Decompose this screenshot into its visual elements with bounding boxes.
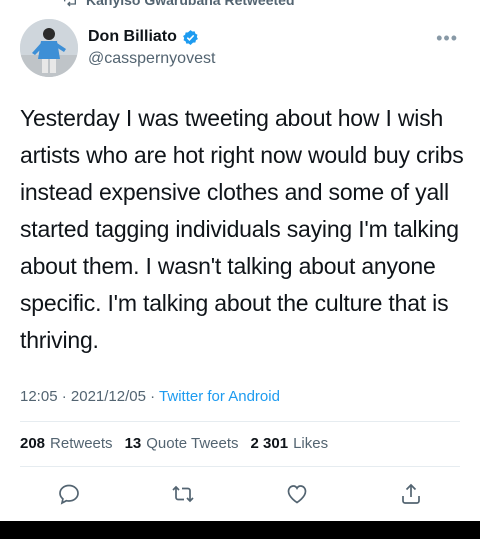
avatar[interactable] — [20, 19, 78, 77]
share-icon[interactable] — [399, 482, 423, 506]
tweet-source[interactable]: Twitter for Android — [159, 388, 280, 405]
avatar-image — [20, 19, 78, 77]
author-info[interactable]: Don Billiato @casspernyovest — [88, 28, 215, 68]
action-bar — [20, 478, 460, 510]
meta-separator: · — [150, 388, 160, 405]
divider — [20, 466, 460, 467]
likes-count: 2 301 — [250, 435, 289, 452]
retweets-count: 208 — [20, 435, 46, 452]
reply-icon[interactable] — [57, 482, 81, 506]
retweet-icon — [64, 0, 76, 7]
tweet-time[interactable]: 12:05 — [20, 388, 58, 405]
divider — [20, 421, 460, 422]
likes-stat[interactable]: 2 301 Likes — [251, 435, 329, 452]
quotes-count: 13 — [124, 435, 142, 452]
author-name[interactable]: Don Billiato — [88, 28, 177, 46]
more-options-icon[interactable]: ••• — [436, 29, 458, 47]
bottom-black-bar — [0, 521, 480, 539]
author-handle[interactable]: @casspernyovest — [88, 50, 215, 68]
retweet-header[interactable]: Kanyiso Gwarubana Retweeted — [62, 0, 295, 9]
retweets-label: Retweets — [50, 435, 113, 452]
verified-badge-icon — [182, 29, 198, 45]
heart-icon[interactable] — [285, 482, 309, 506]
quotes-label: Quote Tweets — [146, 435, 239, 452]
retweets-stat[interactable]: 208 Retweets — [20, 435, 113, 452]
retweet-header-text: Kanyiso Gwarubana Retweeted — [86, 0, 295, 8]
retweet-icon[interactable] — [171, 482, 195, 506]
tweet-text: Yesterday I was tweeting about how I wis… — [20, 105, 464, 353]
tweet-date[interactable]: 2021/12/05 — [71, 388, 146, 405]
meta-separator: · — [61, 388, 71, 405]
likes-label: Likes — [293, 435, 329, 452]
quotes-stat[interactable]: 13 Quote Tweets — [125, 435, 239, 452]
tweet-meta: 12:05 · 2021/12/05 · Twitter for Android — [20, 388, 280, 405]
tweet-stats: 208 Retweets 13 Quote Tweets 2 301 Likes — [20, 435, 328, 452]
